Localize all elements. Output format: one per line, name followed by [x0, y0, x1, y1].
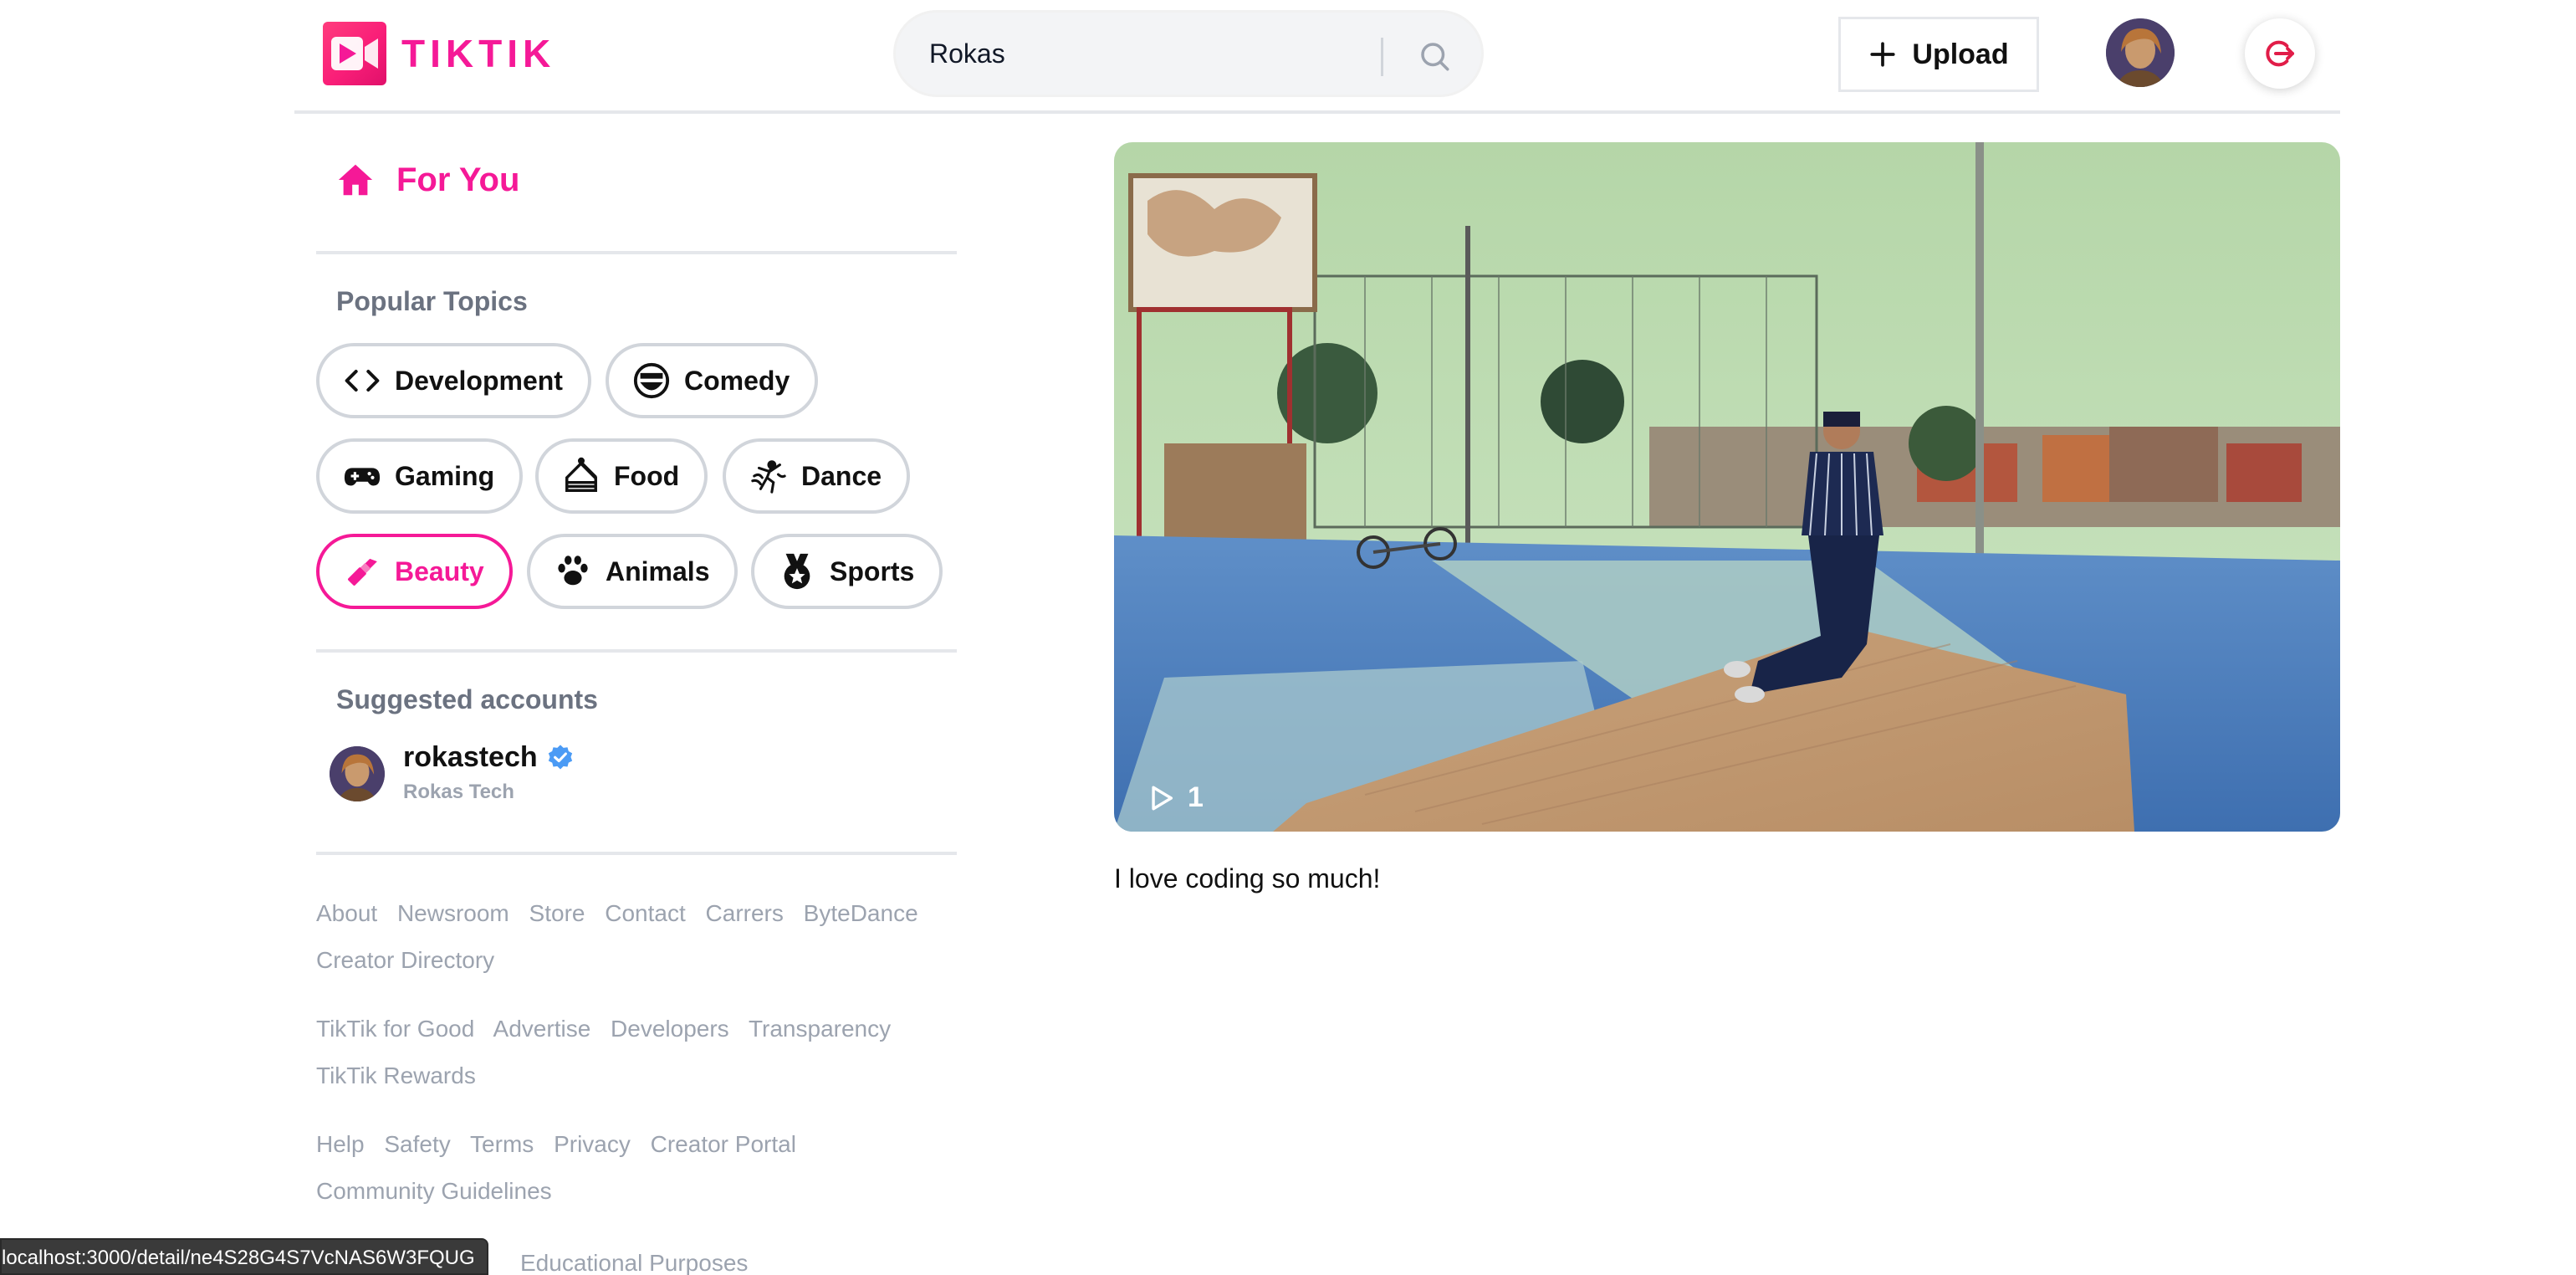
footer-links-group-1: About Newsroom Store Contact Carrers Byt… — [316, 890, 952, 984]
topic-label: Comedy — [684, 365, 790, 396]
footer-link[interactable]: TikTik for Good — [316, 1016, 474, 1042]
topic-comedy[interactable]: Comedy — [606, 343, 819, 418]
suggested-account-item[interactable]: rokastech Rokas Tech — [330, 741, 575, 804]
footer-link[interactable]: Transparency — [749, 1016, 891, 1042]
cake-icon — [562, 457, 601, 495]
divider — [316, 649, 957, 653]
paw-icon — [554, 552, 592, 591]
footer-link[interactable]: Developers — [611, 1016, 729, 1042]
footer-link[interactable]: About — [316, 900, 377, 926]
footer-link[interactable]: ByteDance — [804, 900, 918, 926]
divider — [316, 251, 957, 254]
gamepad-icon — [343, 457, 381, 495]
footer-link[interactable]: Creator Directory — [316, 947, 494, 973]
logout-button[interactable] — [2245, 18, 2315, 89]
for-you-label: For You — [396, 161, 520, 198]
topic-label: Food — [614, 460, 680, 491]
plus-icon — [1870, 42, 1895, 67]
logo-icon — [323, 22, 386, 85]
popular-topics-title: Popular Topics — [336, 286, 528, 316]
topic-label: Gaming — [395, 460, 495, 491]
topic-development[interactable]: Development — [316, 343, 591, 418]
home-icon — [338, 164, 373, 196]
footer-link[interactable]: Carrers — [706, 900, 784, 926]
search-bar — [893, 10, 1484, 97]
footer-link[interactable]: Newsroom — [397, 900, 509, 926]
topic-sports[interactable]: Sports — [751, 534, 943, 609]
link-status-bar: localhost:3000/detail/ne4S28G4S7VcNAS6W3… — [0, 1238, 488, 1275]
sidebar: For You Popular Topics Development Comed… — [316, 114, 958, 1275]
footer-link[interactable]: Help — [316, 1131, 365, 1157]
footer-link[interactable]: Advertise — [493, 1016, 591, 1042]
account-avatar — [330, 746, 385, 801]
footer-link[interactable]: Privacy — [554, 1131, 631, 1157]
footer-links-group-3: Help Safety Terms Privacy Creator Portal… — [316, 1121, 952, 1215]
footer-link[interactable]: Terms — [470, 1131, 534, 1157]
video-frame — [1114, 142, 2340, 832]
logout-icon — [2266, 40, 2294, 67]
video-thumbnail[interactable]: 1 — [1114, 142, 2340, 832]
play-count-value: 1 — [1188, 781, 1204, 813]
verified-badge-icon — [548, 744, 572, 769]
footer-link[interactable]: Contact — [605, 900, 686, 926]
topic-gaming[interactable]: Gaming — [316, 438, 524, 514]
search-divider — [1381, 38, 1383, 76]
play-count: 1 — [1147, 781, 1204, 814]
user-avatar[interactable] — [2106, 18, 2175, 87]
topic-label: Beauty — [395, 556, 484, 586]
topic-beauty[interactable]: Beauty — [316, 534, 513, 609]
dance-icon — [749, 457, 788, 495]
play-icon — [1152, 786, 1173, 810]
footer-link[interactable]: Creator Portal — [651, 1131, 796, 1157]
topic-animals[interactable]: Animals — [527, 534, 739, 609]
footer-links-group-2: TikTik for Good Advertise Developers Tra… — [316, 1006, 952, 1099]
top-navbar: TIKTIK Upload — [294, 0, 2340, 114]
search-button[interactable] — [1408, 29, 1461, 83]
footer-link[interactable]: TikTik Rewards — [316, 1062, 476, 1088]
topic-food[interactable]: Food — [535, 438, 708, 514]
topic-label: Development — [395, 365, 563, 396]
topic-dance[interactable]: Dance — [723, 438, 911, 514]
topic-label: Sports — [830, 556, 915, 586]
code-icon — [343, 361, 381, 400]
medal-icon — [778, 552, 816, 591]
topic-label: Animals — [606, 556, 710, 586]
video-caption[interactable]: I love coding so much! — [1114, 863, 1380, 894]
account-username: rokastech — [403, 741, 538, 773]
footer-link[interactable]: Safety — [384, 1131, 450, 1157]
upload-label: Upload — [1912, 38, 2009, 70]
laughing-face-icon — [632, 361, 671, 400]
lipstick-icon — [343, 552, 381, 591]
footer-note: Educational Purposes — [520, 1240, 1156, 1275]
account-display-name: Rokas Tech — [403, 781, 514, 803]
footer-link[interactable]: Store — [529, 900, 585, 926]
search-input[interactable] — [929, 13, 1398, 95]
footer-link[interactable]: Community Guidelines — [316, 1178, 552, 1204]
topic-label: Dance — [801, 460, 882, 491]
suggested-accounts-title: Suggested accounts — [336, 684, 598, 714]
footer-note-text: Educational Purposes — [520, 1250, 749, 1275]
logo-text: TIKTIK — [401, 32, 556, 75]
search-icon — [1421, 43, 1449, 71]
divider — [316, 852, 957, 855]
for-you-link[interactable]: For You — [336, 161, 519, 199]
upload-button[interactable]: Upload — [1838, 17, 2039, 92]
app-logo[interactable]: TIKTIK — [323, 22, 555, 85]
